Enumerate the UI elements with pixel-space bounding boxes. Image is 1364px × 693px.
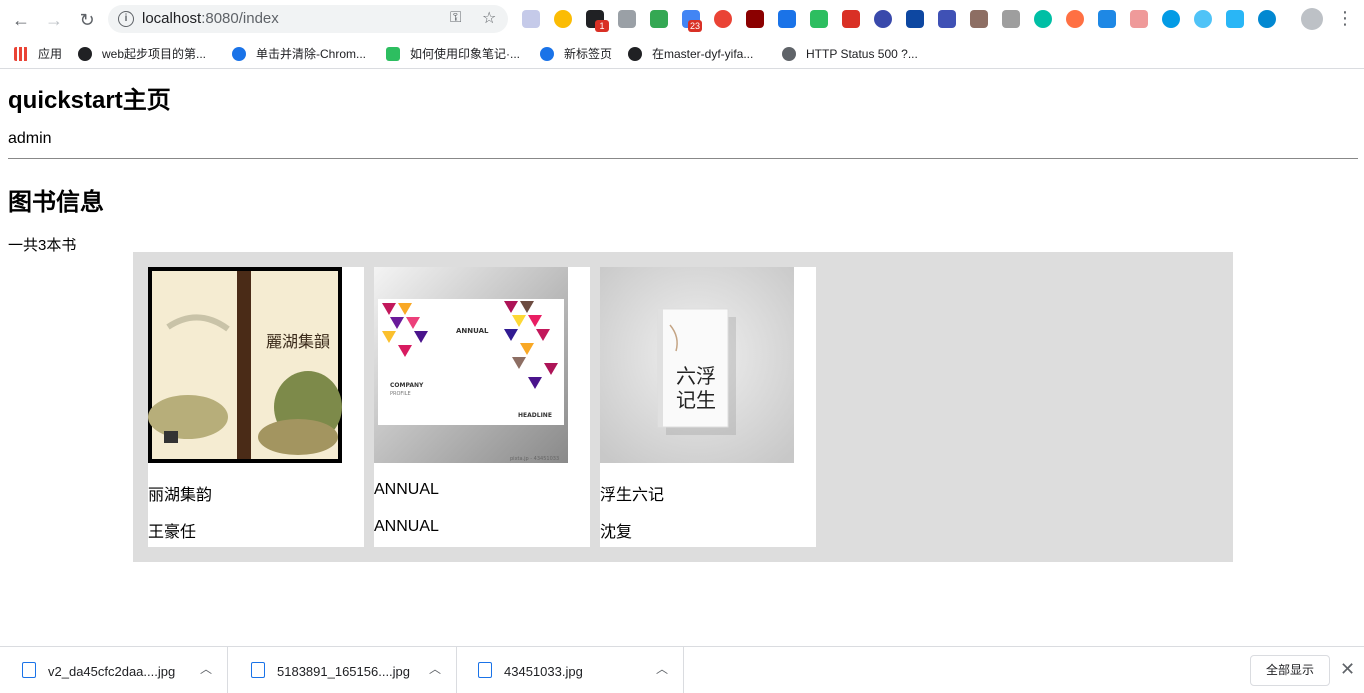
show-all-downloads-button[interactable]: 全部显示	[1250, 655, 1330, 686]
book-card[interactable]: 六浮 记生 浮生六记 沈复	[600, 267, 816, 547]
username: admin	[8, 130, 52, 147]
address-bar[interactable]: i localhost:8080/index ⚿ ☆	[108, 5, 508, 33]
divider	[8, 158, 1358, 159]
book-cover-image: 六浮 记生	[600, 267, 794, 463]
bookmark-item[interactable]: 如何使用印象笔记·...	[386, 44, 526, 64]
apps-grid-icon	[14, 47, 28, 61]
extension-icon[interactable]	[1034, 10, 1052, 28]
bookmark-item[interactable]: 新标签页	[540, 44, 620, 64]
download-item[interactable]: v2_da45cfc2daa....jpg ︿	[0, 647, 228, 693]
back-arrow-icon[interactable]: ←	[9, 8, 33, 32]
bookmark-icon[interactable]	[1098, 10, 1116, 28]
bookmark-apps[interactable]: 应用	[14, 44, 74, 64]
close-icon[interactable]: ✕	[1340, 659, 1355, 680]
ublock-icon[interactable]	[746, 10, 764, 28]
extension-icon[interactable]	[1194, 10, 1212, 28]
vue-icon[interactable]	[906, 10, 924, 28]
book-author: 沈复	[600, 524, 633, 541]
sitemap-icon[interactable]	[618, 10, 636, 28]
svg-text:COMPANY: COMPANY	[390, 382, 424, 389]
chevron-up-icon[interactable]: ︿	[429, 660, 441, 677]
page-content: quickstart主页 admin 图书信息 一共3本书 麗湖集韻 丽湖集韵	[0, 70, 1364, 646]
github-icon	[628, 47, 642, 61]
triangle-brochure-cover: ANNUAL COMPANY PROFILE HEADLINE pixta.jp…	[374, 267, 568, 463]
globe-icon	[782, 47, 796, 61]
extension-icon[interactable]	[522, 10, 540, 28]
github-icon[interactable]	[874, 10, 892, 28]
book-cover-image: 麗湖集韻	[148, 267, 342, 463]
bank-icon	[540, 47, 554, 61]
download-filename: v2_da45cfc2daa....jpg	[48, 664, 176, 679]
chevron-up-icon[interactable]: ︿	[656, 660, 668, 677]
leaf-icon[interactable]	[1226, 10, 1244, 28]
bookmark-item[interactable]: HTTP Status 500 ?...	[782, 44, 932, 64]
more-menu-icon[interactable]: ⋮	[1336, 8, 1354, 29]
puzzle-icon	[232, 47, 246, 61]
bookmark-item[interactable]: 在master-dyf-yifa...	[628, 44, 768, 64]
site-info-icon[interactable]: i	[118, 11, 134, 27]
svg-text:HEADLINE: HEADLINE	[518, 412, 552, 419]
image-file-icon	[251, 662, 265, 678]
chevron-up-icon[interactable]: ︿	[200, 660, 212, 677]
bank-icon[interactable]	[1258, 10, 1276, 28]
infinity-icon[interactable]	[1066, 10, 1084, 28]
download-item[interactable]: 43451033.jpg ︿	[456, 647, 684, 693]
code-icon[interactable]	[1162, 10, 1180, 28]
download-item[interactable]: 5183891_165156....jpg ︿	[229, 647, 457, 693]
section-title: 图书信息	[8, 189, 104, 216]
download-shelf: v2_da45cfc2daa....jpg ︿ 5183891_165156..…	[0, 646, 1364, 693]
book-author: 王豪任	[148, 524, 197, 541]
page-title: quickstart主页	[8, 87, 171, 114]
book-title: 丽湖集韵	[148, 487, 213, 504]
image-file-icon	[478, 662, 492, 678]
svg-text:六浮: 六浮	[676, 364, 716, 388]
image-icon[interactable]	[970, 10, 988, 28]
svg-text:pixta.jp - 43451033: pixta.jp - 43451033	[510, 456, 559, 462]
bookmark-item[interactable]: 单击并清除-Chrom...	[232, 44, 372, 64]
url-text[interactable]: localhost:8080/index	[142, 10, 279, 27]
minimal-book-cover: 六浮 记生	[600, 267, 794, 463]
download-filename: 5183891_165156....jpg	[277, 664, 411, 679]
notification-badge: 1	[595, 20, 609, 32]
extension-icon[interactable]	[650, 10, 668, 28]
wrench-icon[interactable]	[1002, 10, 1020, 28]
github-icon	[78, 47, 92, 61]
book-title: 浮生六记	[600, 487, 665, 504]
bookmark-item[interactable]: web起步项目的第...	[78, 44, 218, 64]
evernote-icon[interactable]	[810, 10, 828, 28]
book-cover-image: ANNUAL COMPANY PROFILE HEADLINE pixta.jp…	[374, 267, 568, 463]
notification-badge: 23	[688, 20, 703, 32]
landscape-painting-cover: 麗湖集韻	[148, 267, 342, 463]
extension-icon[interactable]	[842, 10, 860, 28]
weibo-icon[interactable]	[714, 10, 732, 28]
book-title: ANNUAL	[374, 481, 439, 498]
svg-text:记生: 记生	[676, 388, 716, 412]
evernote-icon	[386, 47, 400, 61]
download-filename: 43451033.jpg	[504, 664, 583, 679]
browser-toolbar: ← → ↻ i localhost:8080/index ⚿ ☆ 1 23 ⋮	[0, 0, 1364, 38]
chrome-extension-icon[interactable]	[554, 10, 572, 28]
profile-avatar[interactable]	[1301, 8, 1323, 30]
key-icon[interactable]: ⚿	[450, 9, 461, 26]
broom-icon[interactable]	[778, 10, 796, 28]
forward-arrow-icon[interactable]: →	[42, 8, 66, 32]
calendar-icon[interactable]	[1130, 10, 1148, 28]
book-shelf: 麗湖集韻 丽湖集韵 王豪任 ANNUAL COMPANY PROFILE HEA…	[133, 252, 1233, 562]
svg-text:PROFILE: PROFILE	[390, 391, 411, 397]
book-count: 一共3本书	[8, 237, 77, 254]
book-author: ANNUAL	[374, 518, 439, 535]
bookmarks-bar: 应用 web起步项目的第... 单击并清除-Chrom... 如何使用印象笔记·…	[0, 38, 1364, 69]
book-card[interactable]: ANNUAL COMPANY PROFILE HEADLINE pixta.jp…	[374, 267, 590, 547]
svg-text:ANNUAL: ANNUAL	[456, 327, 489, 335]
image-file-icon	[22, 662, 36, 678]
book-card[interactable]: 麗湖集韻 丽湖集韵 王豪任	[148, 267, 364, 547]
bookmark-star-icon[interactable]: ☆	[482, 8, 496, 28]
cover-calligraphy: 麗湖集韻	[266, 332, 330, 351]
reload-icon[interactable]: ↻	[75, 8, 99, 32]
window-icon[interactable]	[938, 10, 956, 28]
